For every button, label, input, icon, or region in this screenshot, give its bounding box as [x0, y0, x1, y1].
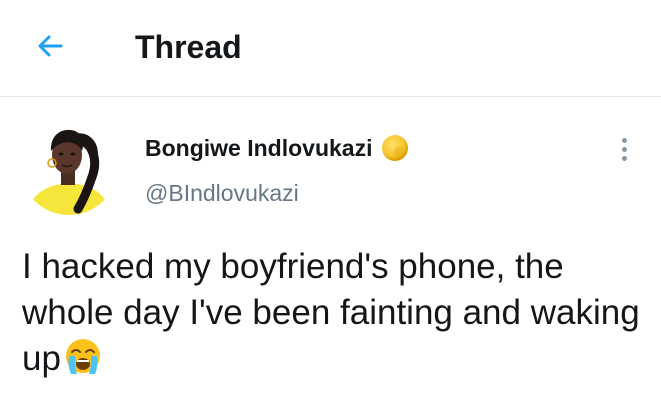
arrow-left-icon	[38, 35, 63, 57]
profile-photo-avatar	[20, 117, 118, 215]
author-name-row: Bongiwe Indlovukazi	[145, 131, 410, 165]
avatar[interactable]	[20, 117, 118, 215]
page-title: Thread	[135, 29, 242, 65]
thread-header: Thread	[0, 0, 661, 96]
tweet-text: I hacked my boyfriend's phone, the whole…	[22, 244, 652, 382]
more-dot	[621, 146, 627, 152]
author-display-name[interactable]: Bongiwe Indlovukazi	[145, 133, 372, 163]
tweet-body: I hacked my boyfriend's phone, the whole…	[22, 247, 640, 378]
more-vertical-icon	[621, 137, 627, 143]
back-button[interactable]	[30, 26, 70, 66]
more-options-button[interactable]	[612, 133, 636, 165]
loudly-crying-face-emoji	[65, 339, 100, 374]
more-dot	[621, 155, 627, 161]
author-handle[interactable]: @BIndlovukazi	[145, 178, 299, 208]
gold-circle-emoji	[382, 135, 409, 161]
header-divider	[0, 96, 661, 97]
